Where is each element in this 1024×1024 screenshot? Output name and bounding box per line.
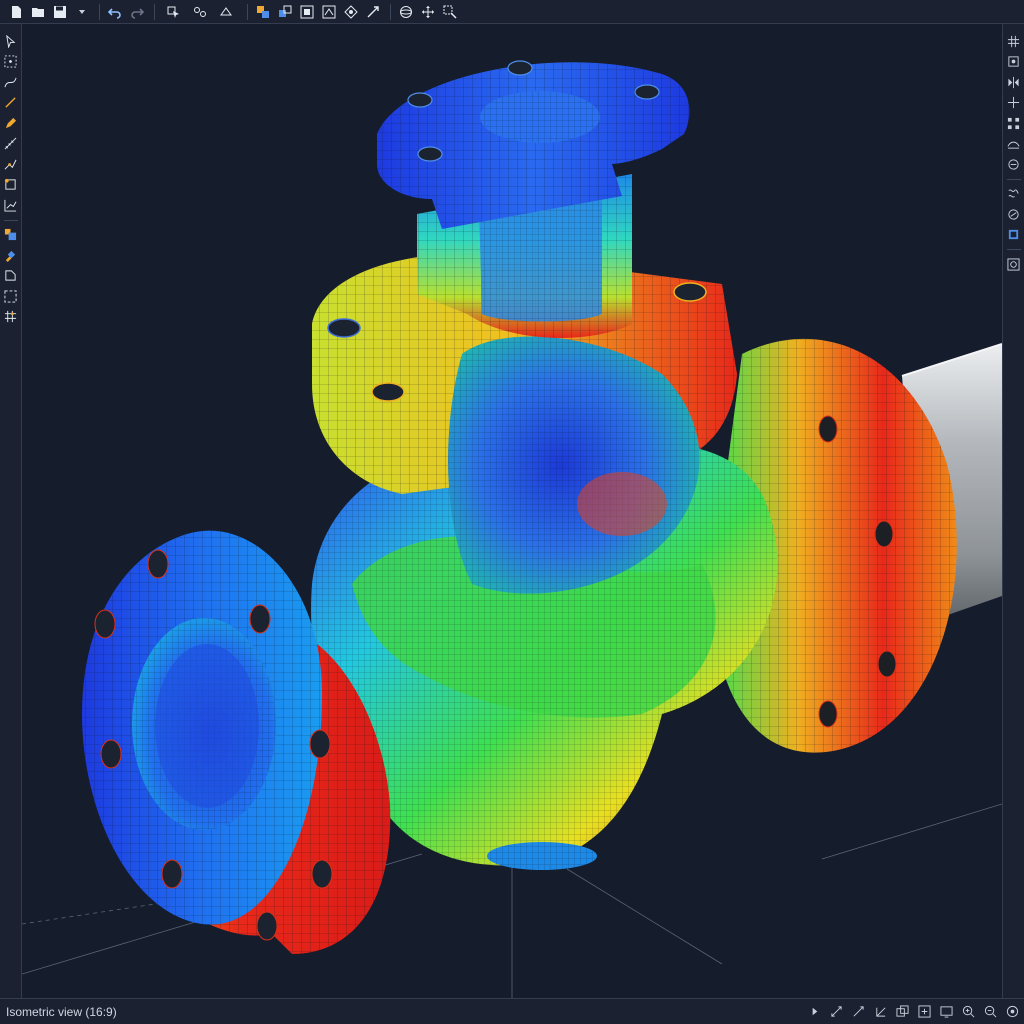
material-icon[interactable] bbox=[1005, 185, 1023, 203]
status-bar: Isometric view (16:9) bbox=[0, 998, 1024, 1024]
settings-icon[interactable] bbox=[1005, 255, 1023, 273]
right-tool-palette bbox=[1002, 24, 1024, 998]
camera-icon[interactable] bbox=[1005, 226, 1023, 244]
region-icon[interactable] bbox=[2, 287, 20, 305]
toolbar-divider bbox=[390, 3, 391, 20]
move-icon[interactable] bbox=[1005, 94, 1023, 112]
constraint-icon[interactable] bbox=[363, 2, 383, 22]
fit-view-icon[interactable] bbox=[341, 2, 361, 22]
pen-icon[interactable] bbox=[2, 114, 20, 132]
zoom-out-icon[interactable] bbox=[980, 1002, 1000, 1022]
view-front-icon[interactable] bbox=[275, 2, 295, 22]
toolbar-divider bbox=[99, 3, 100, 20]
orbit-icon[interactable] bbox=[396, 2, 416, 22]
copy-icon[interactable] bbox=[892, 1002, 912, 1022]
pan-icon[interactable] bbox=[418, 2, 438, 22]
array-icon[interactable] bbox=[1005, 114, 1023, 132]
view-side-icon[interactable] bbox=[319, 2, 339, 22]
3d-viewport[interactable] bbox=[22, 24, 1002, 998]
open-folder-icon[interactable] bbox=[28, 2, 48, 22]
toolbar-divider bbox=[154, 3, 155, 20]
document-icon[interactable] bbox=[2, 267, 20, 285]
angle-icon[interactable] bbox=[848, 1002, 868, 1022]
redo-icon[interactable] bbox=[127, 2, 147, 22]
ruler-icon[interactable] bbox=[2, 135, 20, 153]
ortho-icon[interactable] bbox=[870, 1002, 890, 1022]
grid-icon[interactable] bbox=[1005, 32, 1023, 50]
display-icon[interactable] bbox=[936, 1002, 956, 1022]
layers-icon[interactable] bbox=[2, 226, 20, 244]
view-top-icon[interactable] bbox=[297, 2, 317, 22]
frame-icon[interactable] bbox=[914, 1002, 934, 1022]
link-icon[interactable] bbox=[1005, 155, 1023, 173]
group-select-icon[interactable] bbox=[190, 2, 210, 22]
box-icon[interactable] bbox=[2, 176, 20, 194]
cursor-icon[interactable] bbox=[804, 1002, 824, 1022]
save-dropdown-icon[interactable] bbox=[72, 2, 92, 22]
curve-icon[interactable] bbox=[2, 73, 20, 91]
zoom-in-icon[interactable] bbox=[958, 1002, 978, 1022]
surface-icon[interactable] bbox=[1005, 135, 1023, 153]
graph-icon[interactable] bbox=[2, 196, 20, 214]
undo-icon[interactable] bbox=[105, 2, 125, 22]
palette-divider bbox=[1006, 178, 1021, 180]
node-select-icon[interactable] bbox=[2, 53, 20, 71]
palette-divider bbox=[1006, 249, 1021, 250]
select-filter-icon[interactable] bbox=[160, 2, 188, 22]
mirror-icon[interactable] bbox=[1005, 73, 1023, 91]
mesh-icon[interactable] bbox=[2, 308, 20, 326]
measure-icon[interactable] bbox=[826, 1002, 846, 1022]
transform-icon[interactable] bbox=[212, 2, 240, 22]
view-label: Isometric view (16:9) bbox=[6, 1004, 117, 1019]
library-icon[interactable] bbox=[1005, 205, 1023, 223]
toolbar-divider bbox=[247, 3, 248, 20]
zoom-window-icon[interactable] bbox=[440, 2, 460, 22]
new-file-icon[interactable] bbox=[6, 2, 26, 22]
top-flange bbox=[377, 60, 690, 229]
left-tool-palette bbox=[0, 24, 22, 998]
save-icon[interactable] bbox=[50, 2, 70, 22]
palette-divider bbox=[3, 219, 18, 221]
render-icon[interactable] bbox=[1002, 1002, 1022, 1022]
paint-icon[interactable] bbox=[2, 246, 20, 264]
view-cube-icon[interactable] bbox=[253, 2, 273, 22]
select-arrow-icon[interactable] bbox=[2, 32, 20, 50]
fea-valve-model bbox=[22, 60, 1002, 998]
snap-icon[interactable] bbox=[1005, 53, 1023, 71]
main-toolbar bbox=[0, 0, 1024, 24]
line-icon[interactable] bbox=[2, 94, 20, 112]
spline-icon[interactable] bbox=[2, 155, 20, 173]
